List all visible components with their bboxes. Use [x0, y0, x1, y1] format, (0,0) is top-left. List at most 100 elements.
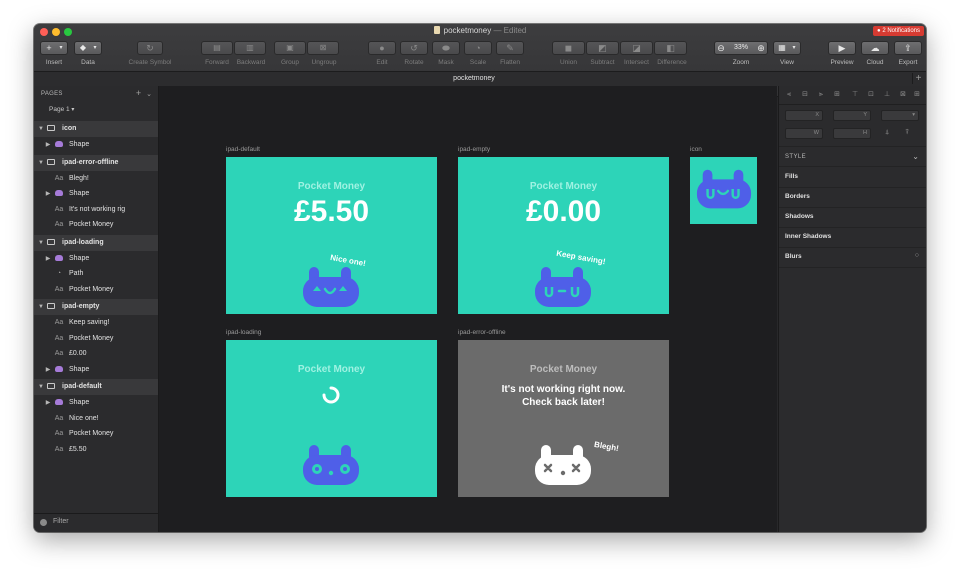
document-tab[interactable]: pocketmoney: [34, 72, 914, 86]
flip-horizontal-icon[interactable]: ⍋: [885, 129, 889, 137]
layer-artboard-ipad-empty[interactable]: ▼ ipad-empty: [34, 299, 158, 315]
intersect-button[interactable]: ◪: [620, 41, 653, 55]
height-field[interactable]: H: [833, 128, 871, 139]
add-page-icon[interactable]: +: [136, 88, 141, 98]
difference-button[interactable]: ◧: [654, 41, 687, 55]
x-field[interactable]: X: [785, 110, 823, 121]
layer-item[interactable]: Aa £0.00: [34, 346, 158, 362]
artboard-ipad-default[interactable]: Pocket Money £5.50 Nice one!: [226, 157, 437, 314]
layer-artboard-ipad-default[interactable]: ▼ ipad-default: [34, 379, 158, 395]
group-button[interactable]: ▣: [274, 41, 306, 55]
cloud-button[interactable]: ☁: [861, 41, 889, 55]
artboard-label-icon[interactable]: icon: [690, 146, 702, 153]
layer-item[interactable]: Aa Pocket Money: [34, 282, 158, 298]
layer-item[interactable]: Aa £5.50: [34, 442, 158, 458]
layer-item[interactable]: ▶ Shape: [34, 186, 158, 202]
artboard-label-ipad-default[interactable]: ipad-default: [226, 146, 260, 153]
layer-item[interactable]: Aa Pocket Money: [34, 426, 158, 442]
artboard-ipad-loading[interactable]: Pocket Money: [226, 340, 437, 497]
zoom-control[interactable]: ⊖ 33% ⊕: [714, 41, 768, 55]
layer-item[interactable]: Aa It's not working rig: [34, 202, 158, 218]
mask-button[interactable]: ⬬: [432, 41, 460, 55]
align-right-icon[interactable]: ⫸: [817, 91, 825, 99]
blur-toggle-icon[interactable]: ○: [915, 252, 919, 259]
canvas[interactable]: ipad-default Pocket Money £5.50 Nice one…: [159, 86, 777, 532]
artboard-ipad-error-offline[interactable]: Pocket Money It's not working right now.…: [458, 340, 669, 497]
chevron-down-icon[interactable]: ⌄: [912, 152, 919, 161]
layer-filter[interactable]: Filter: [34, 513, 158, 532]
rotate-button[interactable]: ↺: [400, 41, 428, 55]
zoom-in-icon[interactable]: ⊕: [757, 42, 765, 54]
layer-artboard-ipad-loading[interactable]: ▼ ipad-loading: [34, 234, 158, 251]
disclosure-triangle-icon[interactable]: ▶: [44, 362, 52, 378]
disclosure-triangle-icon[interactable]: ▶: [44, 137, 52, 153]
chevron-down-icon[interactable]: ⌄: [146, 91, 152, 98]
create-symbol-button[interactable]: ↻: [137, 41, 163, 55]
flatten-button[interactable]: ✎: [496, 41, 524, 55]
add-tab-button[interactable]: +: [912, 73, 924, 84]
artboard-label-ipad-loading[interactable]: ipad-loading: [226, 329, 261, 336]
group-label: Group: [280, 59, 300, 66]
scale-button[interactable]: ◔: [464, 41, 492, 55]
notifications-badge[interactable]: ● 2 Notifications: [873, 26, 924, 36]
disclosure-triangle-icon[interactable]: ▶: [44, 186, 52, 202]
page-selector[interactable]: Page 1 ▾: [49, 106, 74, 113]
align-middle-icon[interactable]: ⊡: [867, 91, 875, 99]
disclosure-triangle-icon[interactable]: ▼: [37, 379, 45, 395]
distribute-vertical-icon[interactable]: ⊠: [899, 91, 907, 99]
layer-item[interactable]: ▶ Shape: [34, 137, 158, 153]
layer-artboard-ipad-error-offline[interactable]: ▼ ipad-error-offline: [34, 154, 158, 171]
layer-item[interactable]: Aa Pocket Money: [34, 331, 158, 347]
ungroup-button[interactable]: ⊠: [307, 41, 339, 55]
subtract-button[interactable]: ◩: [586, 41, 619, 55]
flip-vertical-icon[interactable]: ⍒: [905, 129, 909, 137]
tidy-icon[interactable]: ⊞: [913, 91, 921, 99]
layer-item[interactable]: Aa Blegh!: [34, 171, 158, 187]
layer-item[interactable]: Aa Keep saving!: [34, 315, 158, 331]
fills-section[interactable]: Fills: [779, 167, 926, 188]
disclosure-triangle-icon[interactable]: ▶: [44, 251, 52, 267]
union-button[interactable]: ◼: [552, 41, 585, 55]
width-field[interactable]: W: [785, 128, 823, 139]
happy-mascot-icon: [303, 267, 359, 307]
layer-item[interactable]: ◔ Path: [34, 266, 158, 282]
artboard-label-ipad-empty[interactable]: ipad-empty: [458, 146, 490, 153]
zoom-out-icon[interactable]: ⊖: [717, 42, 725, 54]
disclosure-triangle-icon[interactable]: ▼: [37, 121, 45, 137]
disclosure-triangle-icon[interactable]: ▼: [37, 155, 45, 171]
layer-item[interactable]: ▶ Shape: [34, 362, 158, 378]
blurs-section[interactable]: Blurs ○: [779, 247, 926, 268]
data-button[interactable]: ◆ ▾: [74, 41, 102, 55]
artboard-icon[interactable]: [690, 157, 757, 224]
insert-button[interactable]: + ▾: [40, 41, 68, 55]
text-layer-icon: Aa: [54, 445, 64, 453]
alignment-bar: ⫷ ⊟ ⫸ ⊞ ⊤ ⊡ ⊥ ⊠ ⊞: [779, 86, 926, 105]
forward-button[interactable]: ▤: [201, 41, 233, 55]
y-field[interactable]: Y: [833, 110, 871, 121]
align-top-icon[interactable]: ⊤: [851, 91, 859, 99]
layer-item[interactable]: Aa Pocket Money: [34, 217, 158, 233]
shadows-section[interactable]: Shadows: [779, 207, 926, 228]
artboard-ipad-empty[interactable]: Pocket Money £0.00 Keep saving!: [458, 157, 669, 314]
disclosure-triangle-icon[interactable]: ▼: [37, 235, 45, 251]
distribute-horizontal-icon[interactable]: ⊞: [833, 91, 841, 99]
disclosure-triangle-icon[interactable]: ▶: [44, 395, 52, 411]
edit-button[interactable]: ●: [368, 41, 396, 55]
layer-item[interactable]: ▶ Shape: [34, 251, 158, 267]
inner-shadows-section[interactable]: Inner Shadows: [779, 227, 926, 248]
borders-section[interactable]: Borders: [779, 187, 926, 208]
align-center-icon[interactable]: ⊟: [801, 91, 809, 99]
export-label: Export: [898, 59, 918, 66]
preview-button[interactable]: ▶: [828, 41, 856, 55]
view-button[interactable]: ▦ ▾: [773, 41, 801, 55]
backward-button[interactable]: ▥: [234, 41, 266, 55]
layer-item[interactable]: ▶ Shape: [34, 395, 158, 411]
align-left-icon[interactable]: ⫷: [785, 91, 793, 99]
disclosure-triangle-icon[interactable]: ▼: [37, 299, 45, 315]
align-bottom-icon[interactable]: ⊥: [883, 91, 891, 99]
artboard-label-ipad-error-offline[interactable]: ipad-error-offline: [458, 329, 506, 336]
layer-item[interactable]: Aa Nice one!: [34, 411, 158, 427]
rotation-field[interactable]: ▾: [881, 110, 919, 121]
export-button[interactable]: ⇪: [894, 41, 922, 55]
layer-artboard-icon[interactable]: ▼ icon: [34, 121, 158, 137]
